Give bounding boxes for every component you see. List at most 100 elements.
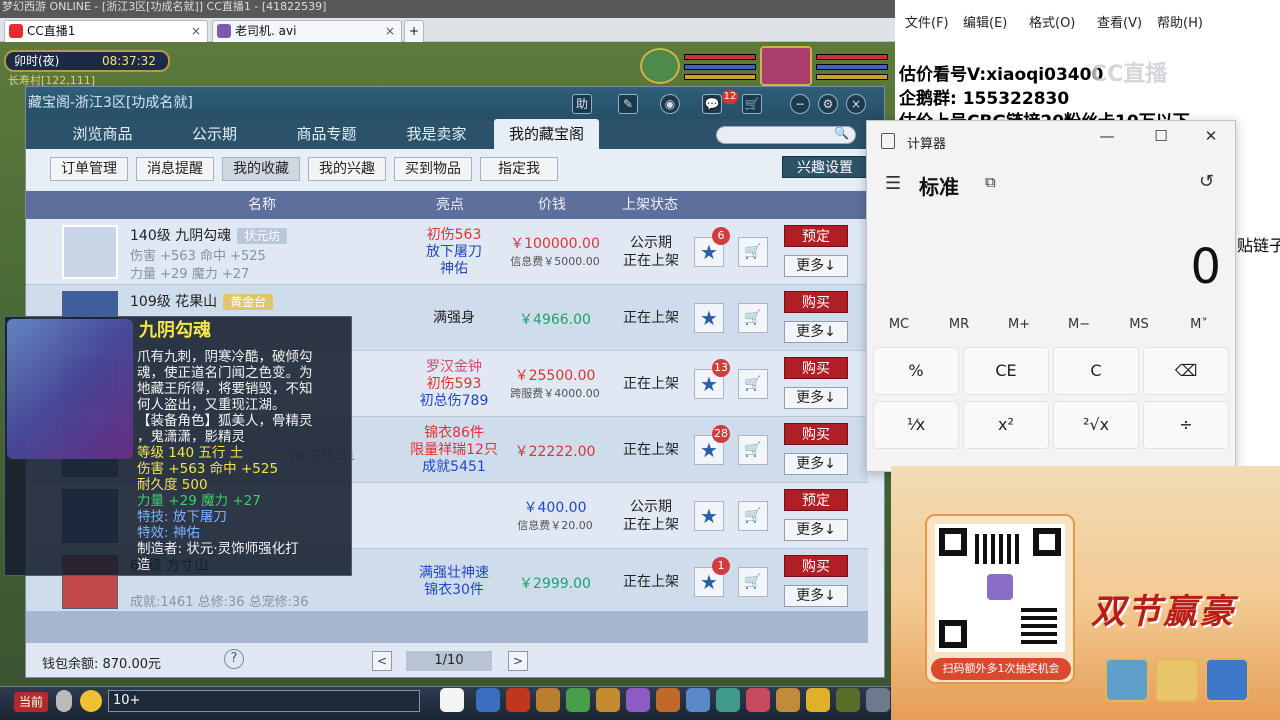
favorite-star-icon[interactable]: ★ [694,303,724,333]
mem-store[interactable]: MS [1109,317,1169,332]
chat-input[interactable]: 10+ [108,690,420,712]
mem-clear[interactable]: MC [869,317,929,332]
system-icon[interactable] [836,688,860,712]
emoji-icon[interactable] [80,690,102,712]
chat-channel-button[interactable]: 当前 [14,692,48,712]
inventory-icon[interactable] [536,688,560,712]
help-icon[interactable]: 助 [572,94,592,114]
give-icon[interactable] [566,688,590,712]
more-button[interactable]: 更多↓ [784,255,848,277]
tab-my-pavilion[interactable]: 我的藏宝阁 [494,119,599,149]
key-square[interactable]: x² [963,401,1049,449]
gang-icon[interactable] [716,688,740,712]
more-button[interactable]: 更多↓ [784,387,848,409]
edit-icon[interactable]: ✎ [618,94,638,114]
cart-icon[interactable]: 🛒 [738,501,768,531]
subtab-bought[interactable]: 买到物品 [394,157,472,181]
cart-icon[interactable]: 🛒 [738,435,768,465]
quest-icon[interactable] [686,688,710,712]
tab-seller[interactable]: 我是卖家 [384,119,489,149]
activity-icon[interactable] [806,688,830,712]
subtab-favorites[interactable]: 我的收藏 [222,157,300,181]
subtab-messages[interactable]: 消息提醒 [136,157,214,181]
menu-view[interactable]: 查看(V) [1097,12,1142,31]
friends-icon[interactable] [746,688,770,712]
qr-code[interactable] [935,524,1065,652]
message-icon[interactable]: 💬 [702,94,722,114]
pet-icon[interactable] [656,688,680,712]
prev-page-button[interactable]: < [372,651,392,671]
more-button[interactable]: 更多↓ [784,519,848,541]
more-button[interactable]: 更多↓ [784,321,848,343]
history-icon[interactable]: ↺ [1199,171,1214,192]
key-clear[interactable]: C [1053,347,1139,395]
menu-file[interactable]: 文件(F) [905,12,949,31]
attack-icon[interactable] [476,688,500,712]
menu-icon[interactable] [866,688,890,712]
maximize-icon[interactable]: ☐ [1147,127,1175,149]
cart-icon[interactable]: 🛒 [738,567,768,597]
team-icon[interactable] [626,688,650,712]
close-icon[interactable]: × [191,21,201,41]
hamburger-icon[interactable]: ☰ [885,173,901,194]
cart-icon[interactable]: 🛒 [738,369,768,399]
menu-format[interactable]: 格式(O) [1029,12,1075,31]
more-button[interactable]: 更多↓ [784,585,848,607]
close-icon[interactable]: ✕ [1197,127,1225,149]
reserve-button[interactable]: 预定 [784,225,848,247]
item-stats: 成就:1461 总修:36 总宠修:36 [130,595,309,610]
new-tab-button[interactable]: + [404,20,424,42]
minimize-icon[interactable]: — [1093,127,1121,149]
menu-help[interactable]: 帮助(H) [1157,12,1203,31]
rank-icon[interactable] [776,688,800,712]
key-clear-entry[interactable]: CE [963,347,1049,395]
key-percent[interactable]: % [873,347,959,395]
microphone-icon[interactable] [56,690,72,712]
key-reciprocal[interactable]: ¹⁄x [873,401,959,449]
cart-icon[interactable]: 🛒 [738,303,768,333]
search-icon[interactable]: 🔍 [834,126,849,140]
mem-recall[interactable]: MR [929,317,989,332]
key-backspace[interactable]: ⌫ [1143,347,1229,395]
tab-cc-live[interactable]: CC直播1 × [4,20,208,42]
key-divide[interactable]: ÷ [1143,401,1229,449]
player-portrait[interactable] [760,46,812,86]
menu-edit[interactable]: 编辑(E) [963,12,1007,31]
reserve-button[interactable]: 预定 [784,489,848,511]
cart-icon[interactable]: 🛒 [738,237,768,267]
buy-button[interactable]: 购买 [784,423,848,445]
help-button[interactable]: ? [224,649,244,669]
key-sqrt[interactable]: ²√x [1053,401,1139,449]
pet-portrait[interactable] [640,48,680,84]
bag-icon[interactable] [506,688,530,712]
pet-shortcut-icon[interactable] [440,688,464,712]
next-page-button[interactable]: > [508,651,528,671]
keep-on-top-icon[interactable]: ⧉ [985,173,996,191]
buy-button[interactable]: 购买 [784,357,848,379]
subtab-interests[interactable]: 我的兴趣 [308,157,386,181]
tab-public-period[interactable]: 公示期 [162,119,267,149]
tab-browse[interactable]: 浏览商品 [50,119,155,149]
mem-add[interactable]: M+ [989,317,1049,332]
tab-video[interactable]: 老司机. avi × [212,20,402,42]
more-button[interactable]: 更多↓ [784,453,848,475]
favorite-star-icon[interactable]: ★ [694,501,724,531]
settings-icon[interactable]: ⚙ [818,94,838,114]
mem-subtract[interactable]: M− [1049,317,1109,332]
tab-topics[interactable]: 商品专题 [274,119,379,149]
search-input[interactable]: 🔍 [716,126,856,144]
subtab-assigned[interactable]: 指定我 [480,157,558,181]
mem-list[interactable]: M˅ [1169,317,1229,332]
table-row[interactable]: 140级 九阴勾魂 状元坊 伤害 +563 命中 +525 力量 +29 魔力 +27… [26,219,868,285]
subtab-orders[interactable]: 订单管理 [50,157,128,181]
weapon-thumbnail[interactable] [62,225,118,279]
record-icon[interactable]: ◉ [660,94,680,114]
buy-button[interactable]: 购买 [784,291,848,313]
trade-icon[interactable] [596,688,620,712]
buy-button[interactable]: 购买 [784,555,848,577]
interest-settings-button[interactable]: 兴趣设置 [782,156,868,178]
minimize-icon[interactable]: − [790,94,810,114]
close-icon[interactable]: × [846,94,866,114]
close-icon[interactable]: × [385,21,395,41]
cart-icon[interactable]: 🛒 [742,94,762,114]
